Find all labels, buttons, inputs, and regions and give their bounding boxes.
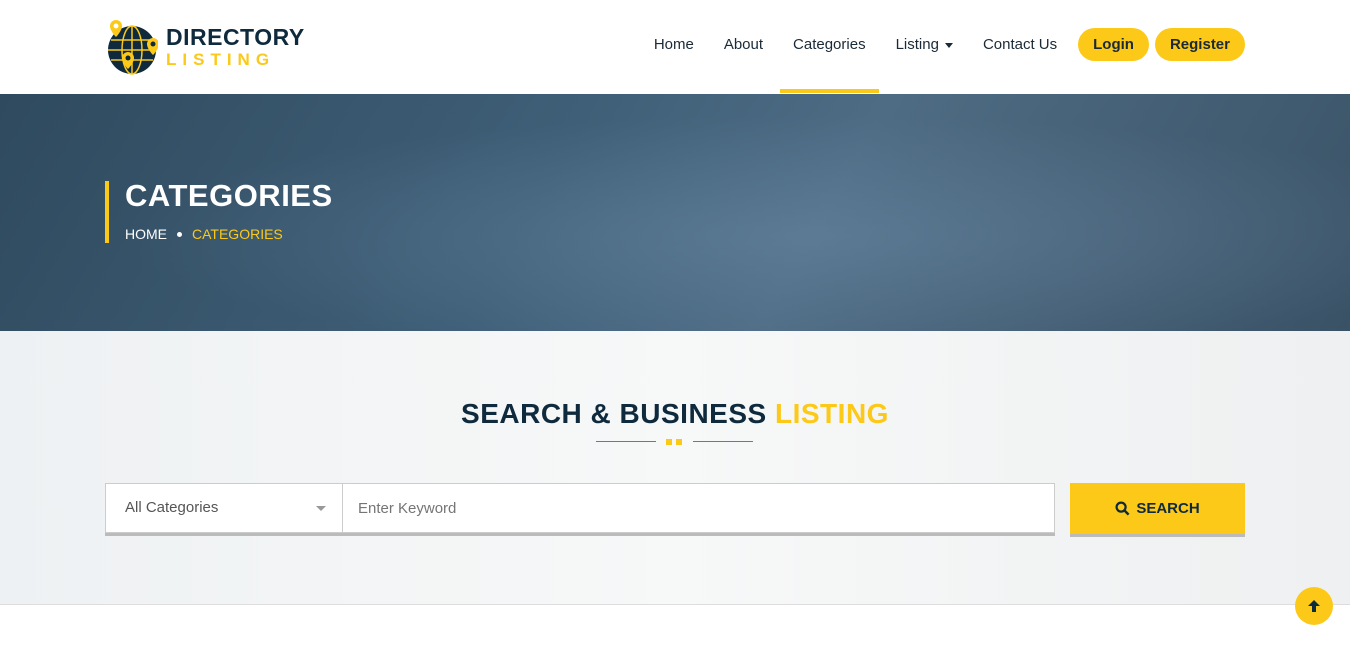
logo-subtitle: LISTING (166, 50, 276, 69)
search-section: SEARCH & BUSINESS LISTING All Categories… (0, 331, 1350, 605)
login-button[interactable]: Login (1078, 28, 1149, 61)
chevron-down-icon (944, 42, 953, 48)
chevron-down-icon (316, 506, 326, 511)
keyword-input[interactable] (343, 484, 1054, 532)
globe-pin-icon (108, 20, 158, 75)
logo-title: DIRECTORY (166, 24, 305, 50)
nav-listing-label: Listing (895, 36, 939, 53)
category-select-value: All Categories (125, 499, 219, 516)
page-banner: CATEGORIES HOME CATEGORIES (0, 94, 1350, 331)
section-title: SEARCH & BUSINESS LISTING (0, 398, 1350, 430)
title-divider (596, 439, 753, 445)
back-to-top-button[interactable] (1295, 587, 1333, 625)
nav-listing[interactable]: Listing (896, 28, 953, 61)
register-button[interactable]: Register (1154, 28, 1245, 61)
breadcrumb-separator (177, 231, 182, 237)
nav-home[interactable]: Home (654, 28, 694, 61)
breadcrumb-current: CATEGORIES (192, 226, 283, 242)
page-title: CATEGORIES (125, 178, 333, 213)
search-button[interactable]: SEARCH (1070, 483, 1245, 534)
search-form: All Categories (105, 483, 1055, 533)
main-nav: Home About Categories Listing Contact Us… (639, 28, 1245, 93)
breadcrumb-home[interactable]: HOME (125, 226, 167, 242)
section-title-accent: LISTING (775, 398, 889, 429)
search-icon (1115, 501, 1130, 516)
nav-about[interactable]: About (724, 28, 763, 61)
nav-contact[interactable]: Contact Us (983, 28, 1057, 61)
logo[interactable]: DIRECTORY LISTING (106, 18, 305, 76)
arrow-up-icon (1308, 600, 1320, 612)
breadcrumb: HOME CATEGORIES (125, 226, 333, 242)
nav-categories[interactable]: Categories (780, 28, 879, 93)
search-button-label: SEARCH (1136, 500, 1200, 517)
site-header: DIRECTORY LISTING Home About Categories … (0, 0, 1350, 94)
category-select[interactable]: All Categories (106, 484, 343, 532)
section-title-main: SEARCH & BUSINESS (461, 398, 767, 429)
